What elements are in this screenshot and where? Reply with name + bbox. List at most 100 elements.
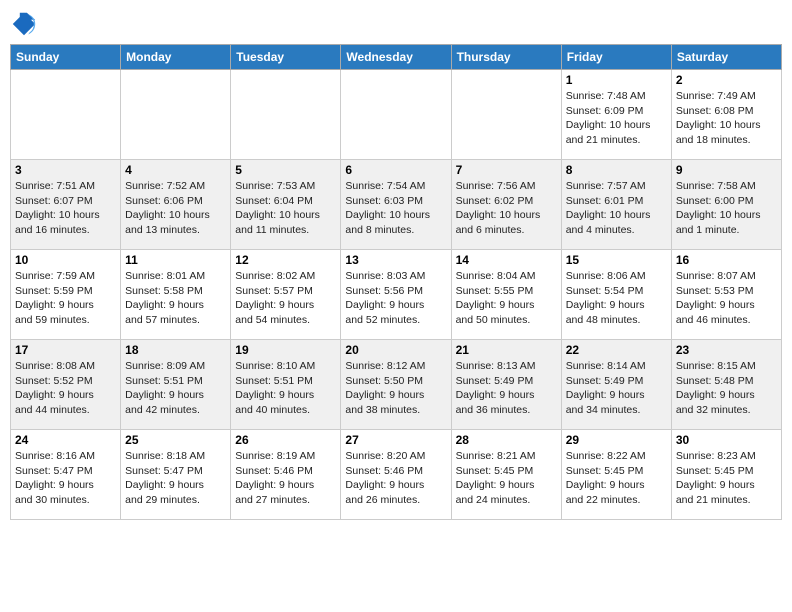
day-number: 18 <box>125 343 226 357</box>
day-cell-19: 19Sunrise: 8:10 AM Sunset: 5:51 PM Dayli… <box>231 340 341 430</box>
day-info: Sunrise: 8:22 AM Sunset: 5:45 PM Dayligh… <box>566 449 667 508</box>
weekday-header-monday: Monday <box>121 45 231 70</box>
day-cell-18: 18 Sunrise: 8:09 AM Sunset: 5:51 PM Dayli… <box>121 340 231 430</box>
day-info: Sunrise: 7:48 AM Sunset: 6:09 PM Dayligh… <box>566 89 667 148</box>
day-number: 12 <box>235 253 336 267</box>
day-cell-4: 4Sunrise: 7:52 AM Sunset: 6:06 PM Daylig… <box>121 160 231 250</box>
day-info: Sunrise: 8:21 AM Sunset: 5:45 PM Dayligh… <box>456 449 557 508</box>
empty-cell <box>341 70 451 160</box>
day-info: Sunrise: 8:10 AM Sunset: 5:51 PM Dayligh… <box>235 359 336 418</box>
day-cell-1: 1 Sunrise: 7:48 AM Sunset: 6:09 PM Daylig… <box>561 70 671 160</box>
weekday-header-row: SundayMondayTuesdayWednesdayThursdayFrid… <box>11 45 782 70</box>
empty-cell <box>451 70 561 160</box>
day-info: Sunrise: 8:06 AM Sunset: 5:54 PM Dayligh… <box>566 269 667 328</box>
day-number: 6 <box>345 163 446 177</box>
day-cell-16: 16 Sunrise: 8:07 AM Sunset: 5:53 PM Dayli… <box>671 250 781 340</box>
day-number: 11 <box>125 253 226 267</box>
day-info: Sunrise: 8:18 AM Sunset: 5:47 PM Dayligh… <box>125 449 226 508</box>
week-row-1: 3 Sunrise: 7:51 AM Sunset: 6:07 PM Daylig… <box>11 160 782 250</box>
day-cell-26: 26 Sunrise: 8:19 AM Sunset: 5:46 PM Dayli… <box>231 430 341 520</box>
empty-cell <box>11 70 121 160</box>
day-info: Sunrise: 8:12 AM Sunset: 5:50 PM Dayligh… <box>345 359 446 418</box>
day-info: Sunrise: 7:57 AM Sunset: 6:01 PM Dayligh… <box>566 179 667 238</box>
day-cell-21: 21 Sunrise: 8:13 AM Sunset: 5:49 PM Dayli… <box>451 340 561 430</box>
day-info: Sunrise: 8:20 AM Sunset: 5:46 PM Dayligh… <box>345 449 446 508</box>
day-number: 1 <box>566 73 667 87</box>
day-number: 10 <box>15 253 116 267</box>
day-number: 17 <box>15 343 116 357</box>
day-info: Sunrise: 7:54 AM Sunset: 6:03 PM Dayligh… <box>345 179 446 238</box>
day-number: 22 <box>566 343 667 357</box>
weekday-header-tuesday: Tuesday <box>231 45 341 70</box>
day-cell-24: 24 Sunrise: 8:16 AM Sunset: 5:47 PM Dayli… <box>11 430 121 520</box>
day-number: 13 <box>345 253 446 267</box>
day-info: Sunrise: 7:59 AM Sunset: 5:59 PM Dayligh… <box>15 269 116 328</box>
day-cell-20: 20 Sunrise: 8:12 AM Sunset: 5:50 PM Dayli… <box>341 340 451 430</box>
day-info: Sunrise: 8:16 AM Sunset: 5:47 PM Dayligh… <box>15 449 116 508</box>
day-number: 7 <box>456 163 557 177</box>
day-cell-2: 2 Sunrise: 7:49 AM Sunset: 6:08 PM Daylig… <box>671 70 781 160</box>
weekday-header-thursday: Thursday <box>451 45 561 70</box>
weekday-header-sunday: Sunday <box>11 45 121 70</box>
day-number: 3 <box>15 163 116 177</box>
day-cell-3: 3 Sunrise: 7:51 AM Sunset: 6:07 PM Daylig… <box>11 160 121 250</box>
day-cell-27: 27 Sunrise: 8:20 AM Sunset: 5:46 PM Dayli… <box>341 430 451 520</box>
day-number: 5 <box>235 163 336 177</box>
day-number: 2 <box>676 73 777 87</box>
day-cell-10: 10 Sunrise: 7:59 AM Sunset: 5:59 PM Dayli… <box>11 250 121 340</box>
day-info: Sunrise: 7:53 AM Sunset: 6:04 PM Dayligh… <box>235 179 336 238</box>
weekday-header-saturday: Saturday <box>671 45 781 70</box>
day-cell-14: 14Sunrise: 8:04 AM Sunset: 5:55 PM Dayli… <box>451 250 561 340</box>
day-number: 20 <box>345 343 446 357</box>
day-cell-8: 8 Sunrise: 7:57 AM Sunset: 6:01 PM Daylig… <box>561 160 671 250</box>
day-info: Sunrise: 7:58 AM Sunset: 6:00 PM Dayligh… <box>676 179 777 238</box>
day-number: 29 <box>566 433 667 447</box>
day-number: 23 <box>676 343 777 357</box>
day-cell-29: 29 Sunrise: 8:22 AM Sunset: 5:45 PM Dayli… <box>561 430 671 520</box>
logo-icon <box>10 10 38 38</box>
day-cell-7: 7 Sunrise: 7:56 AM Sunset: 6:02 PM Daylig… <box>451 160 561 250</box>
day-info: Sunrise: 8:09 AM Sunset: 5:51 PM Dayligh… <box>125 359 226 418</box>
day-cell-9: 9 Sunrise: 7:58 AM Sunset: 6:00 PM Daylig… <box>671 160 781 250</box>
day-info: Sunrise: 8:23 AM Sunset: 5:45 PM Dayligh… <box>676 449 777 508</box>
day-info: Sunrise: 8:19 AM Sunset: 5:46 PM Dayligh… <box>235 449 336 508</box>
day-cell-28: 28 Sunrise: 8:21 AM Sunset: 5:45 PM Dayli… <box>451 430 561 520</box>
week-row-4: 24 Sunrise: 8:16 AM Sunset: 5:47 PM Dayli… <box>11 430 782 520</box>
day-info: Sunrise: 8:08 AM Sunset: 5:52 PM Dayligh… <box>15 359 116 418</box>
day-cell-5: 5 Sunrise: 7:53 AM Sunset: 6:04 PM Daylig… <box>231 160 341 250</box>
day-info: Sunrise: 8:13 AM Sunset: 5:49 PM Dayligh… <box>456 359 557 418</box>
day-number: 9 <box>676 163 777 177</box>
day-info: Sunrise: 7:49 AM Sunset: 6:08 PM Dayligh… <box>676 89 777 148</box>
day-number: 28 <box>456 433 557 447</box>
week-row-2: 10 Sunrise: 7:59 AM Sunset: 5:59 PM Dayli… <box>11 250 782 340</box>
day-cell-6: 6 Sunrise: 7:54 AM Sunset: 6:03 PM Daylig… <box>341 160 451 250</box>
week-row-3: 17 Sunrise: 8:08 AM Sunset: 5:52 PM Dayli… <box>11 340 782 430</box>
day-number: 30 <box>676 433 777 447</box>
day-number: 16 <box>676 253 777 267</box>
day-cell-25: 25 Sunrise: 8:18 AM Sunset: 5:47 PM Dayli… <box>121 430 231 520</box>
day-cell-22: 22Sunrise: 8:14 AM Sunset: 5:49 PM Dayli… <box>561 340 671 430</box>
calendar-table: SundayMondayTuesdayWednesdayThursdayFrid… <box>10 44 782 520</box>
day-cell-12: 12Sunrise: 8:02 AM Sunset: 5:57 PM Dayli… <box>231 250 341 340</box>
empty-cell <box>121 70 231 160</box>
day-cell-17: 17 Sunrise: 8:08 AM Sunset: 5:52 PM Dayli… <box>11 340 121 430</box>
logo <box>10 10 42 38</box>
day-info: Sunrise: 8:03 AM Sunset: 5:56 PM Dayligh… <box>345 269 446 328</box>
day-number: 21 <box>456 343 557 357</box>
day-cell-11: 11Sunrise: 8:01 AM Sunset: 5:58 PM Dayli… <box>121 250 231 340</box>
day-number: 26 <box>235 433 336 447</box>
day-number: 14 <box>456 253 557 267</box>
day-number: 25 <box>125 433 226 447</box>
day-number: 15 <box>566 253 667 267</box>
day-info: Sunrise: 7:51 AM Sunset: 6:07 PM Dayligh… <box>15 179 116 238</box>
day-info: Sunrise: 8:15 AM Sunset: 5:48 PM Dayligh… <box>676 359 777 418</box>
weekday-header-wednesday: Wednesday <box>341 45 451 70</box>
week-row-0: 1 Sunrise: 7:48 AM Sunset: 6:09 PM Daylig… <box>11 70 782 160</box>
day-number: 24 <box>15 433 116 447</box>
day-cell-23: 23 Sunrise: 8:15 AM Sunset: 5:48 PM Dayli… <box>671 340 781 430</box>
page-header <box>10 10 782 38</box>
day-info: Sunrise: 8:07 AM Sunset: 5:53 PM Dayligh… <box>676 269 777 328</box>
day-number: 27 <box>345 433 446 447</box>
day-info: Sunrise: 7:56 AM Sunset: 6:02 PM Dayligh… <box>456 179 557 238</box>
day-number: 8 <box>566 163 667 177</box>
